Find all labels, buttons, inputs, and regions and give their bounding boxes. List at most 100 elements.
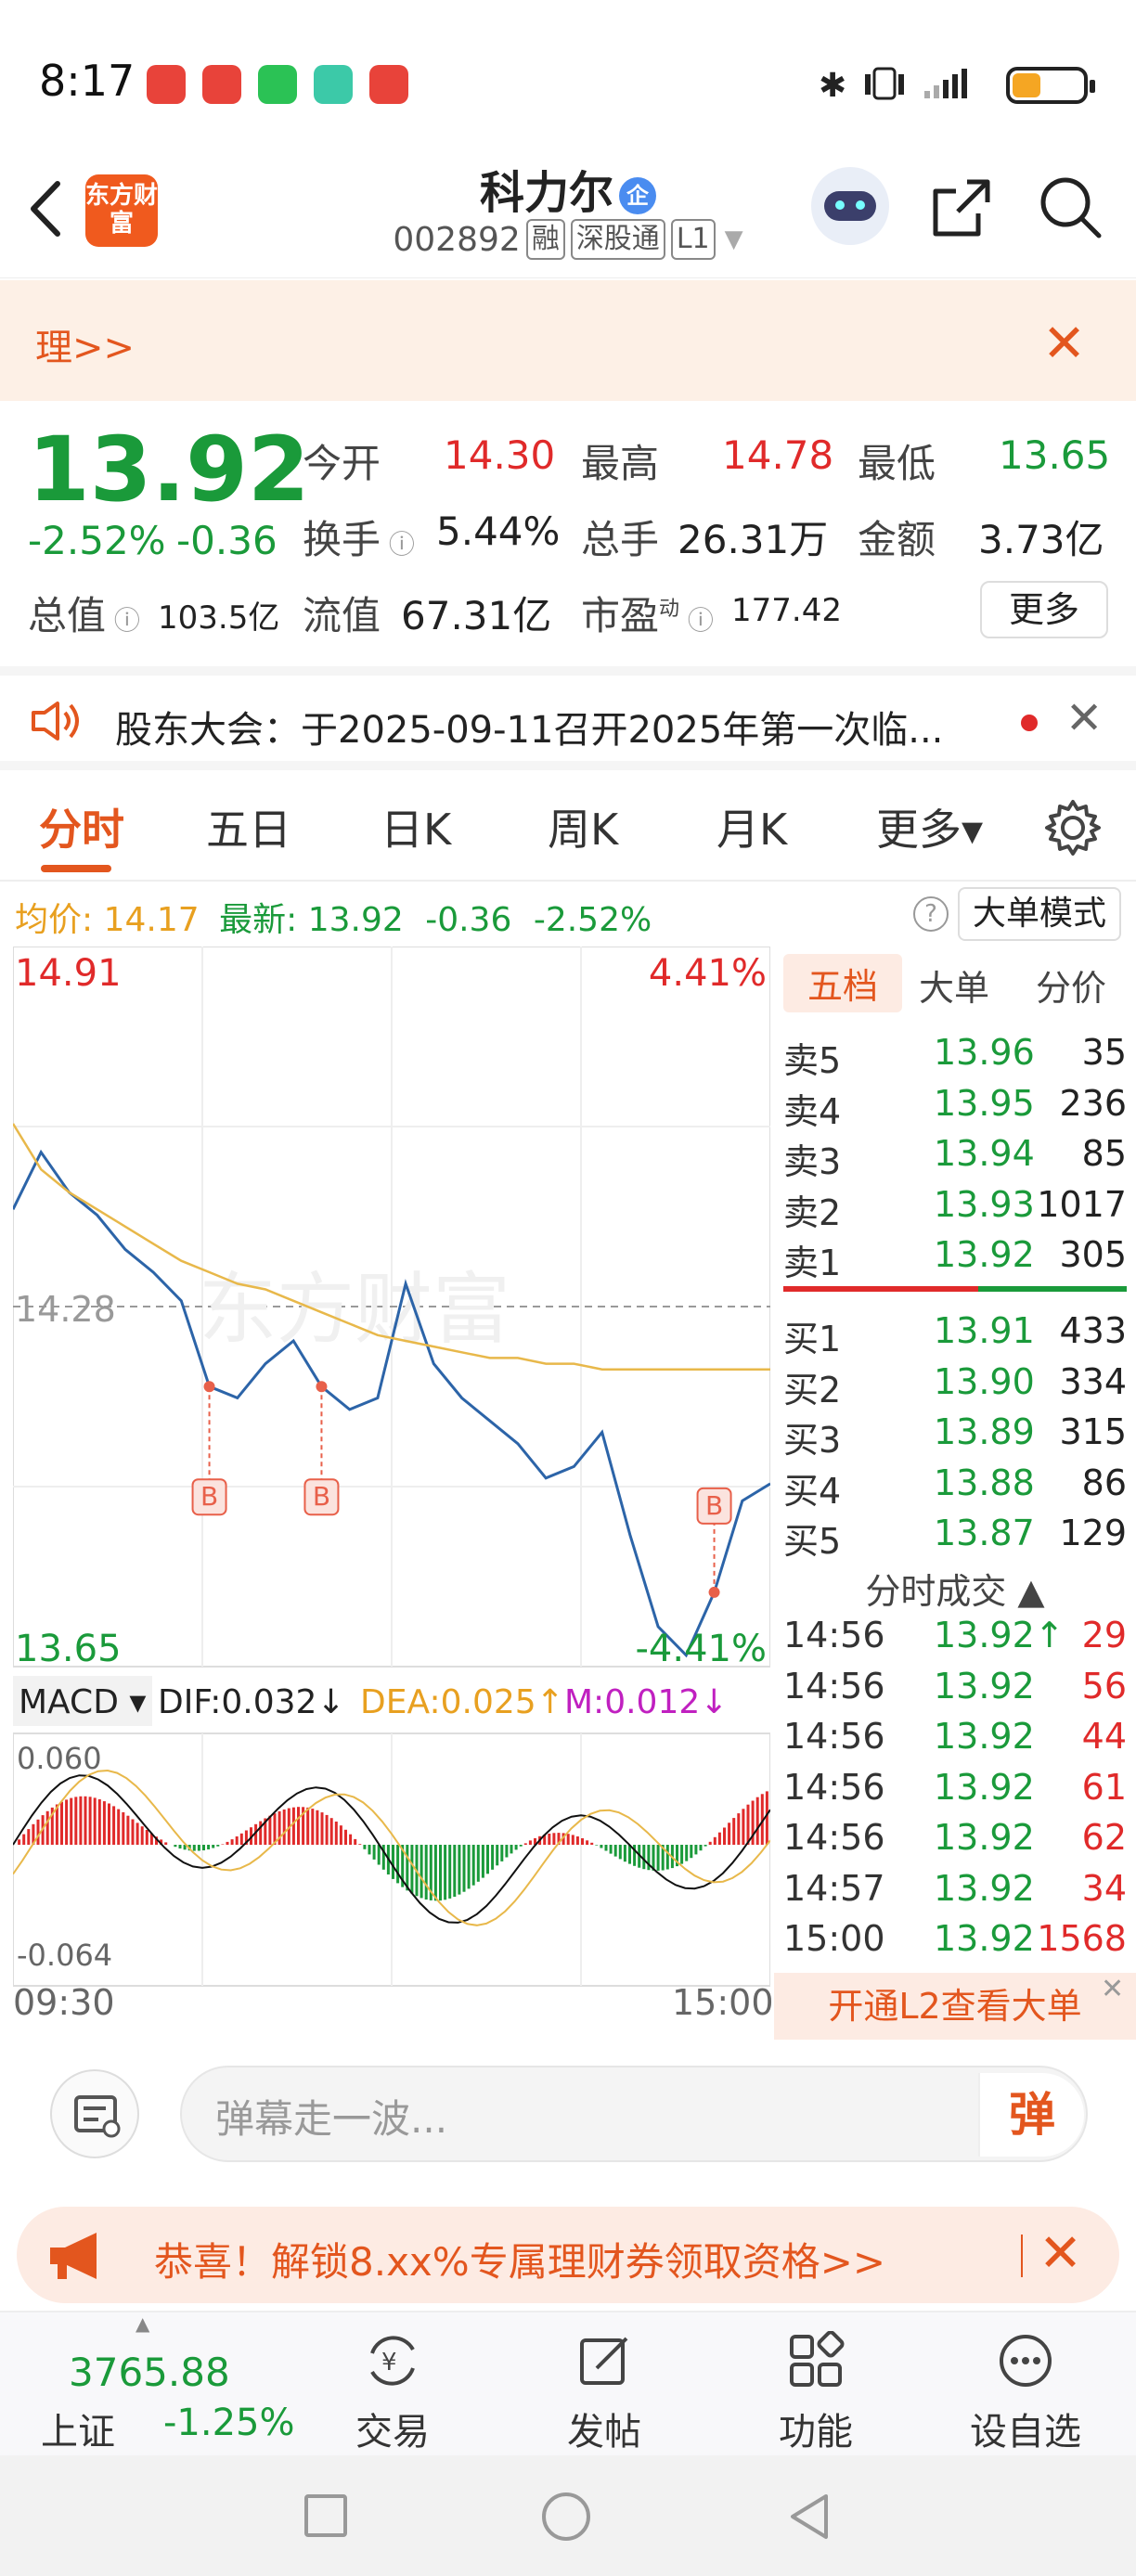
index-name[interactable]: 上证: [41, 2402, 115, 2455]
more-dots-icon: [1000, 2335, 1052, 2387]
ai-app-icon: [314, 65, 353, 104]
amount-label: 金额: [858, 517, 936, 562]
tab-daily-k[interactable]: 日K: [381, 796, 451, 857]
help-icon[interactable]: ?: [913, 896, 949, 932]
macd-bar: [140, 1826, 144, 1845]
macd-bar: [112, 1806, 116, 1845]
tick-volume: 29: [1081, 1615, 1127, 1655]
avg-value: 14.17: [103, 901, 200, 939]
megaphone-icon: [50, 2233, 97, 2279]
search-icon[interactable]: [1034, 171, 1108, 245]
macd-bar: [334, 1822, 338, 1845]
danmaku-settings-icon[interactable]: [50, 2069, 139, 2158]
macd-max-label: 0.060: [17, 1741, 102, 1776]
macd-bar: [45, 1810, 49, 1845]
macd-bar: [226, 1841, 229, 1845]
nav-post[interactable]: 发帖: [535, 2331, 674, 2455]
macd-bar: [420, 1845, 423, 1899]
tick-volume: 62: [1081, 1817, 1127, 1858]
ticks-title[interactable]: 分时成交 ▲: [774, 1563, 1136, 1614]
macd-bar: [519, 1845, 523, 1847]
tab-five-day[interactable]: 五日: [206, 796, 291, 857]
tick-time: 14:56: [783, 1615, 885, 1655]
chart-svg[interactable]: 东方财富 BBB 14.91 14.28 13.65 4.41% -4.41% …: [11, 946, 771, 1991]
macd-bar: [202, 1845, 205, 1850]
buy-level-row: 买4 13.88 86: [783, 1462, 1127, 1513]
promo-text[interactable]: 恭喜！解锁8.xx%专属理财券领取资格>>: [154, 2231, 885, 2287]
tab-more[interactable]: 更多▾: [876, 796, 983, 857]
settings-gear-icon[interactable]: [1043, 798, 1103, 857]
close-icon[interactable]: ✕: [1039, 2223, 1082, 2284]
latest-pct: -2.52%: [533, 901, 652, 939]
tab-intraday[interactable]: 分时: [39, 796, 124, 857]
macd-bar: [514, 1845, 518, 1850]
intraday-chart[interactable]: 东方财富 BBB 14.91 14.28 13.65 4.41% -4.41% …: [11, 946, 774, 2023]
macd-bar: [742, 1809, 745, 1845]
index-value[interactable]: 3765.88: [69, 2350, 230, 2395]
buy-level-row: 买5 13.87 129: [783, 1513, 1127, 1563]
tick-time: 14:57: [783, 1867, 885, 1909]
macd-bar: [372, 1845, 376, 1860]
dropdown-icon[interactable]: ▼: [725, 225, 743, 253]
y-mid-label: 14.28: [15, 1289, 116, 1330]
level-label: 卖1: [783, 1243, 842, 1283]
notice-text[interactable]: 股东大会：于2025-09-11召开2025年第一次临...: [115, 700, 943, 753]
macd-bar: [575, 1836, 579, 1845]
level-price: 13.89: [934, 1411, 1035, 1452]
macd-label[interactable]: MACD ▾: [19, 1683, 146, 1721]
tab-weekly-k[interactable]: 周K: [548, 796, 618, 857]
tab-price-dist[interactable]: 分价: [1036, 960, 1106, 1011]
battery-icon: [1006, 67, 1095, 104]
danmaku-send-button[interactable]: 弹: [978, 2073, 1084, 2157]
sell-pressure-bar: [783, 1286, 978, 1292]
sell-level-row: 卖5 13.96 35: [783, 1032, 1127, 1082]
home-button[interactable]: [542, 2492, 590, 2541]
close-icon[interactable]: ✕: [1065, 692, 1103, 744]
level-label: 买4: [783, 1470, 842, 1512]
macd-bar: [566, 1834, 570, 1845]
level-price: 13.94: [934, 1133, 1035, 1174]
close-icon[interactable]: ✕: [1042, 314, 1086, 374]
macd-bar: [207, 1845, 211, 1849]
nav-functions[interactable]: 功能: [746, 2330, 885, 2455]
macd-bar: [708, 1841, 712, 1845]
macd-bar: [571, 1835, 574, 1845]
tick-time: 15:00: [783, 1918, 885, 1959]
macd-bar: [396, 1845, 400, 1884]
tab-five-levels[interactable]: 五档: [783, 954, 903, 1012]
robot-avatar-icon[interactable]: [811, 167, 889, 245]
tab-big-orders[interactable]: 大单: [919, 960, 989, 1011]
close-icon[interactable]: ✕: [1101, 1973, 1124, 2005]
macd-bar: [320, 1812, 324, 1845]
promo-banner[interactable]: 理>> ✕: [0, 280, 1136, 401]
tab-monthly-k[interactable]: 月K: [716, 796, 787, 857]
nav-add-watchlist[interactable]: 设自选: [956, 2331, 1095, 2455]
back-nav-button[interactable]: [783, 2491, 835, 2543]
status-time: 8:17: [39, 56, 136, 106]
level-volume: 129: [1059, 1513, 1127, 1553]
big-order-mode-button[interactable]: 大单模式: [958, 887, 1122, 941]
macd-bar: [581, 1838, 584, 1845]
level-price: 13.87: [934, 1513, 1035, 1553]
nav-trade[interactable]: ¥ 交易: [323, 2331, 462, 2455]
more-button[interactable]: 更多: [980, 581, 1108, 638]
l2-upgrade-button[interactable]: 开通L2查看大单: [774, 1973, 1136, 2040]
tick-volume: 34: [1081, 1867, 1127, 1909]
macd-bar: [586, 1840, 589, 1845]
enterprise-badge: 企: [619, 177, 656, 214]
promo-bar[interactable]: 恭喜！解锁8.xx%专属理财券领取资格>> ✕: [17, 2207, 1119, 2303]
macd-bar: [60, 1801, 63, 1845]
danmaku-placeholder[interactable]: 弹幕走一波...: [215, 2088, 447, 2145]
total-value-label: 总值 ⓘ: [28, 593, 140, 638]
notice-bar[interactable]: 股东大会：于2025-09-11召开2025年第一次临... ✕: [0, 666, 1136, 770]
trade-icon: ¥: [370, 2336, 415, 2386]
tick-price: 13.92↑: [934, 1615, 1065, 1655]
banner-text[interactable]: 理>>: [35, 317, 135, 371]
index-change[interactable]: -1.25%: [163, 2402, 295, 2444]
share-icon[interactable]: [926, 173, 997, 243]
pct-min-label: -4.41%: [635, 1628, 767, 1670]
recent-apps-button[interactable]: [304, 2494, 347, 2537]
price-info-text: 均价: 14.17 最新: 13.92 -0.36 -2.52%: [15, 893, 652, 941]
macd-bar: [723, 1827, 726, 1845]
tick-row: 14:56 13.92 61: [783, 1767, 1127, 1817]
